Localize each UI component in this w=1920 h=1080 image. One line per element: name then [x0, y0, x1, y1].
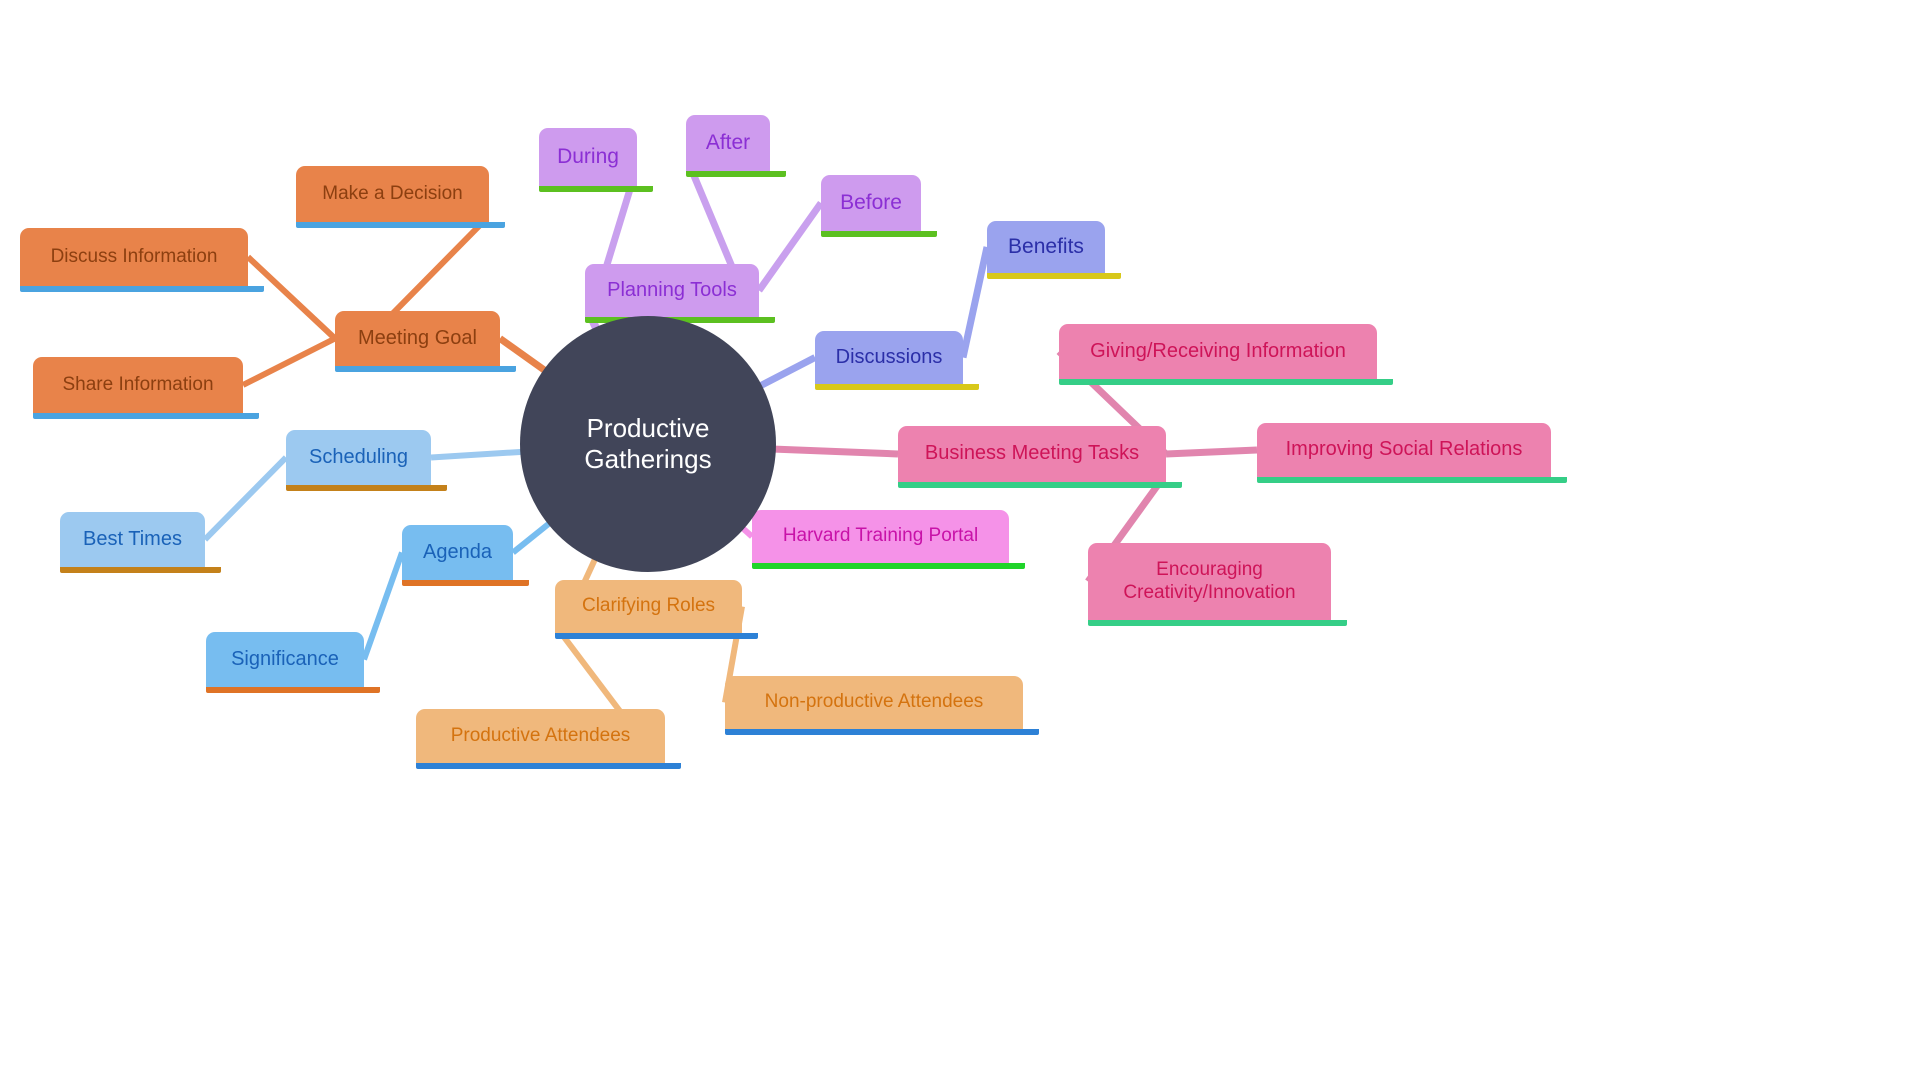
node-underline: [539, 186, 653, 192]
node-label: Harvard Training Portal: [782, 525, 979, 547]
edge-agenda-to-center: [511, 519, 554, 555]
edge-business-meeting-tasks-to-center: [771, 445, 899, 458]
node-discuss-information[interactable]: Discuss Information: [20, 228, 264, 292]
node-underline: [60, 567, 221, 573]
node-label: Share Information: [62, 373, 214, 395]
node-label: Benefits: [1008, 234, 1084, 258]
node-meeting-goal[interactable]: Meeting Goal: [335, 311, 516, 372]
edge-improving-social-relations-to-business-meeting-tasks: [1165, 446, 1258, 458]
node-underline: [402, 580, 529, 586]
node-label: After: [705, 130, 751, 154]
node-productive-attendees[interactable]: Productive Attendees: [416, 709, 681, 769]
node-label: Agenda: [423, 540, 492, 563]
node-label: Significance: [231, 647, 339, 670]
node-underline: [286, 485, 447, 491]
node-label: During: [557, 144, 619, 168]
node-label: Clarifying Roles: [581, 595, 716, 617]
node-label: Encouraging Creativity/Innovation: [1123, 559, 1296, 603]
node-label: Discussions: [835, 345, 943, 368]
node-label: Productive Attendees: [450, 724, 631, 746]
node-underline: [33, 413, 259, 419]
node-label: Business Meeting Tasks: [924, 442, 1140, 465]
node-harvard-training-portal[interactable]: Harvard Training Portal: [752, 510, 1025, 569]
node-discussions[interactable]: Discussions: [815, 331, 979, 390]
node-underline: [20, 286, 264, 292]
edge-benefits-to-discussions: [959, 246, 991, 359]
mindmap-canvas: Discuss Information Make a Decision Share …: [0, 0, 1920, 1080]
node-label: Meeting Goal: [358, 326, 477, 349]
edge-before-to-planning-tools: [756, 200, 824, 293]
node-underline: [335, 366, 516, 372]
node-label: Non-productive Attendees: [764, 691, 984, 713]
node-label: Best Times: [83, 527, 182, 550]
node-label: Scheduling: [309, 445, 408, 468]
node-underline: [1088, 620, 1347, 626]
edge-discussions-to-center: [756, 354, 817, 391]
edge-significance-to-agenda: [361, 551, 405, 661]
node-planning-tools[interactable]: Planning Tools: [585, 264, 775, 323]
central-topic[interactable]: Productive Gatherings: [520, 316, 776, 572]
node-label: Before: [840, 190, 902, 214]
node-agenda[interactable]: Agenda: [402, 525, 529, 586]
node-underline: [296, 222, 505, 228]
node-during[interactable]: During: [539, 128, 653, 192]
node-encouraging-creativity[interactable]: Encouraging Creativity/Innovation: [1088, 543, 1347, 626]
node-label: Giving/Receiving Information: [1090, 339, 1346, 362]
edge-best-times-to-scheduling: [202, 455, 289, 542]
node-underline: [752, 563, 1025, 569]
node-underline: [686, 171, 786, 177]
node-underline: [725, 729, 1039, 735]
node-underline: [987, 273, 1121, 279]
node-label: Discuss Information: [50, 245, 218, 267]
node-improving-social-relations[interactable]: Improving Social Relations: [1257, 423, 1567, 483]
edge-share-information-to-meeting-goal: [241, 335, 337, 388]
node-underline: [206, 687, 380, 693]
node-business-meeting-tasks[interactable]: Business Meeting Tasks: [898, 426, 1182, 488]
node-benefits[interactable]: Benefits: [987, 221, 1121, 279]
node-best-times[interactable]: Best Times: [60, 512, 221, 573]
node-underline: [898, 482, 1182, 488]
node-after[interactable]: After: [686, 115, 786, 177]
node-before[interactable]: Before: [821, 175, 937, 237]
node-giving-receiving-information[interactable]: Giving/Receiving Information: [1059, 324, 1393, 385]
node-share-information[interactable]: Share Information: [33, 357, 259, 419]
edge-discuss-information-to-meeting-goal: [245, 254, 338, 341]
node-underline: [815, 384, 979, 390]
node-non-productive-attendees[interactable]: Non-productive Attendees: [725, 676, 1039, 735]
edge-scheduling-to-center: [430, 448, 525, 461]
node-make-a-decision[interactable]: Make a Decision: [296, 166, 505, 228]
node-label: Make a Decision: [322, 182, 463, 204]
node-scheduling[interactable]: Scheduling: [286, 430, 447, 491]
central-topic-label: Productive Gatherings: [584, 413, 712, 474]
node-clarifying-roles[interactable]: Clarifying Roles: [555, 580, 758, 639]
node-significance[interactable]: Significance: [206, 632, 380, 693]
node-underline: [555, 633, 758, 639]
node-label: Planning Tools: [607, 278, 737, 301]
node-underline: [821, 231, 937, 237]
node-underline: [416, 763, 681, 769]
node-label: Improving Social Relations: [1285, 438, 1523, 461]
node-underline: [1059, 379, 1393, 385]
node-underline: [1257, 477, 1567, 483]
